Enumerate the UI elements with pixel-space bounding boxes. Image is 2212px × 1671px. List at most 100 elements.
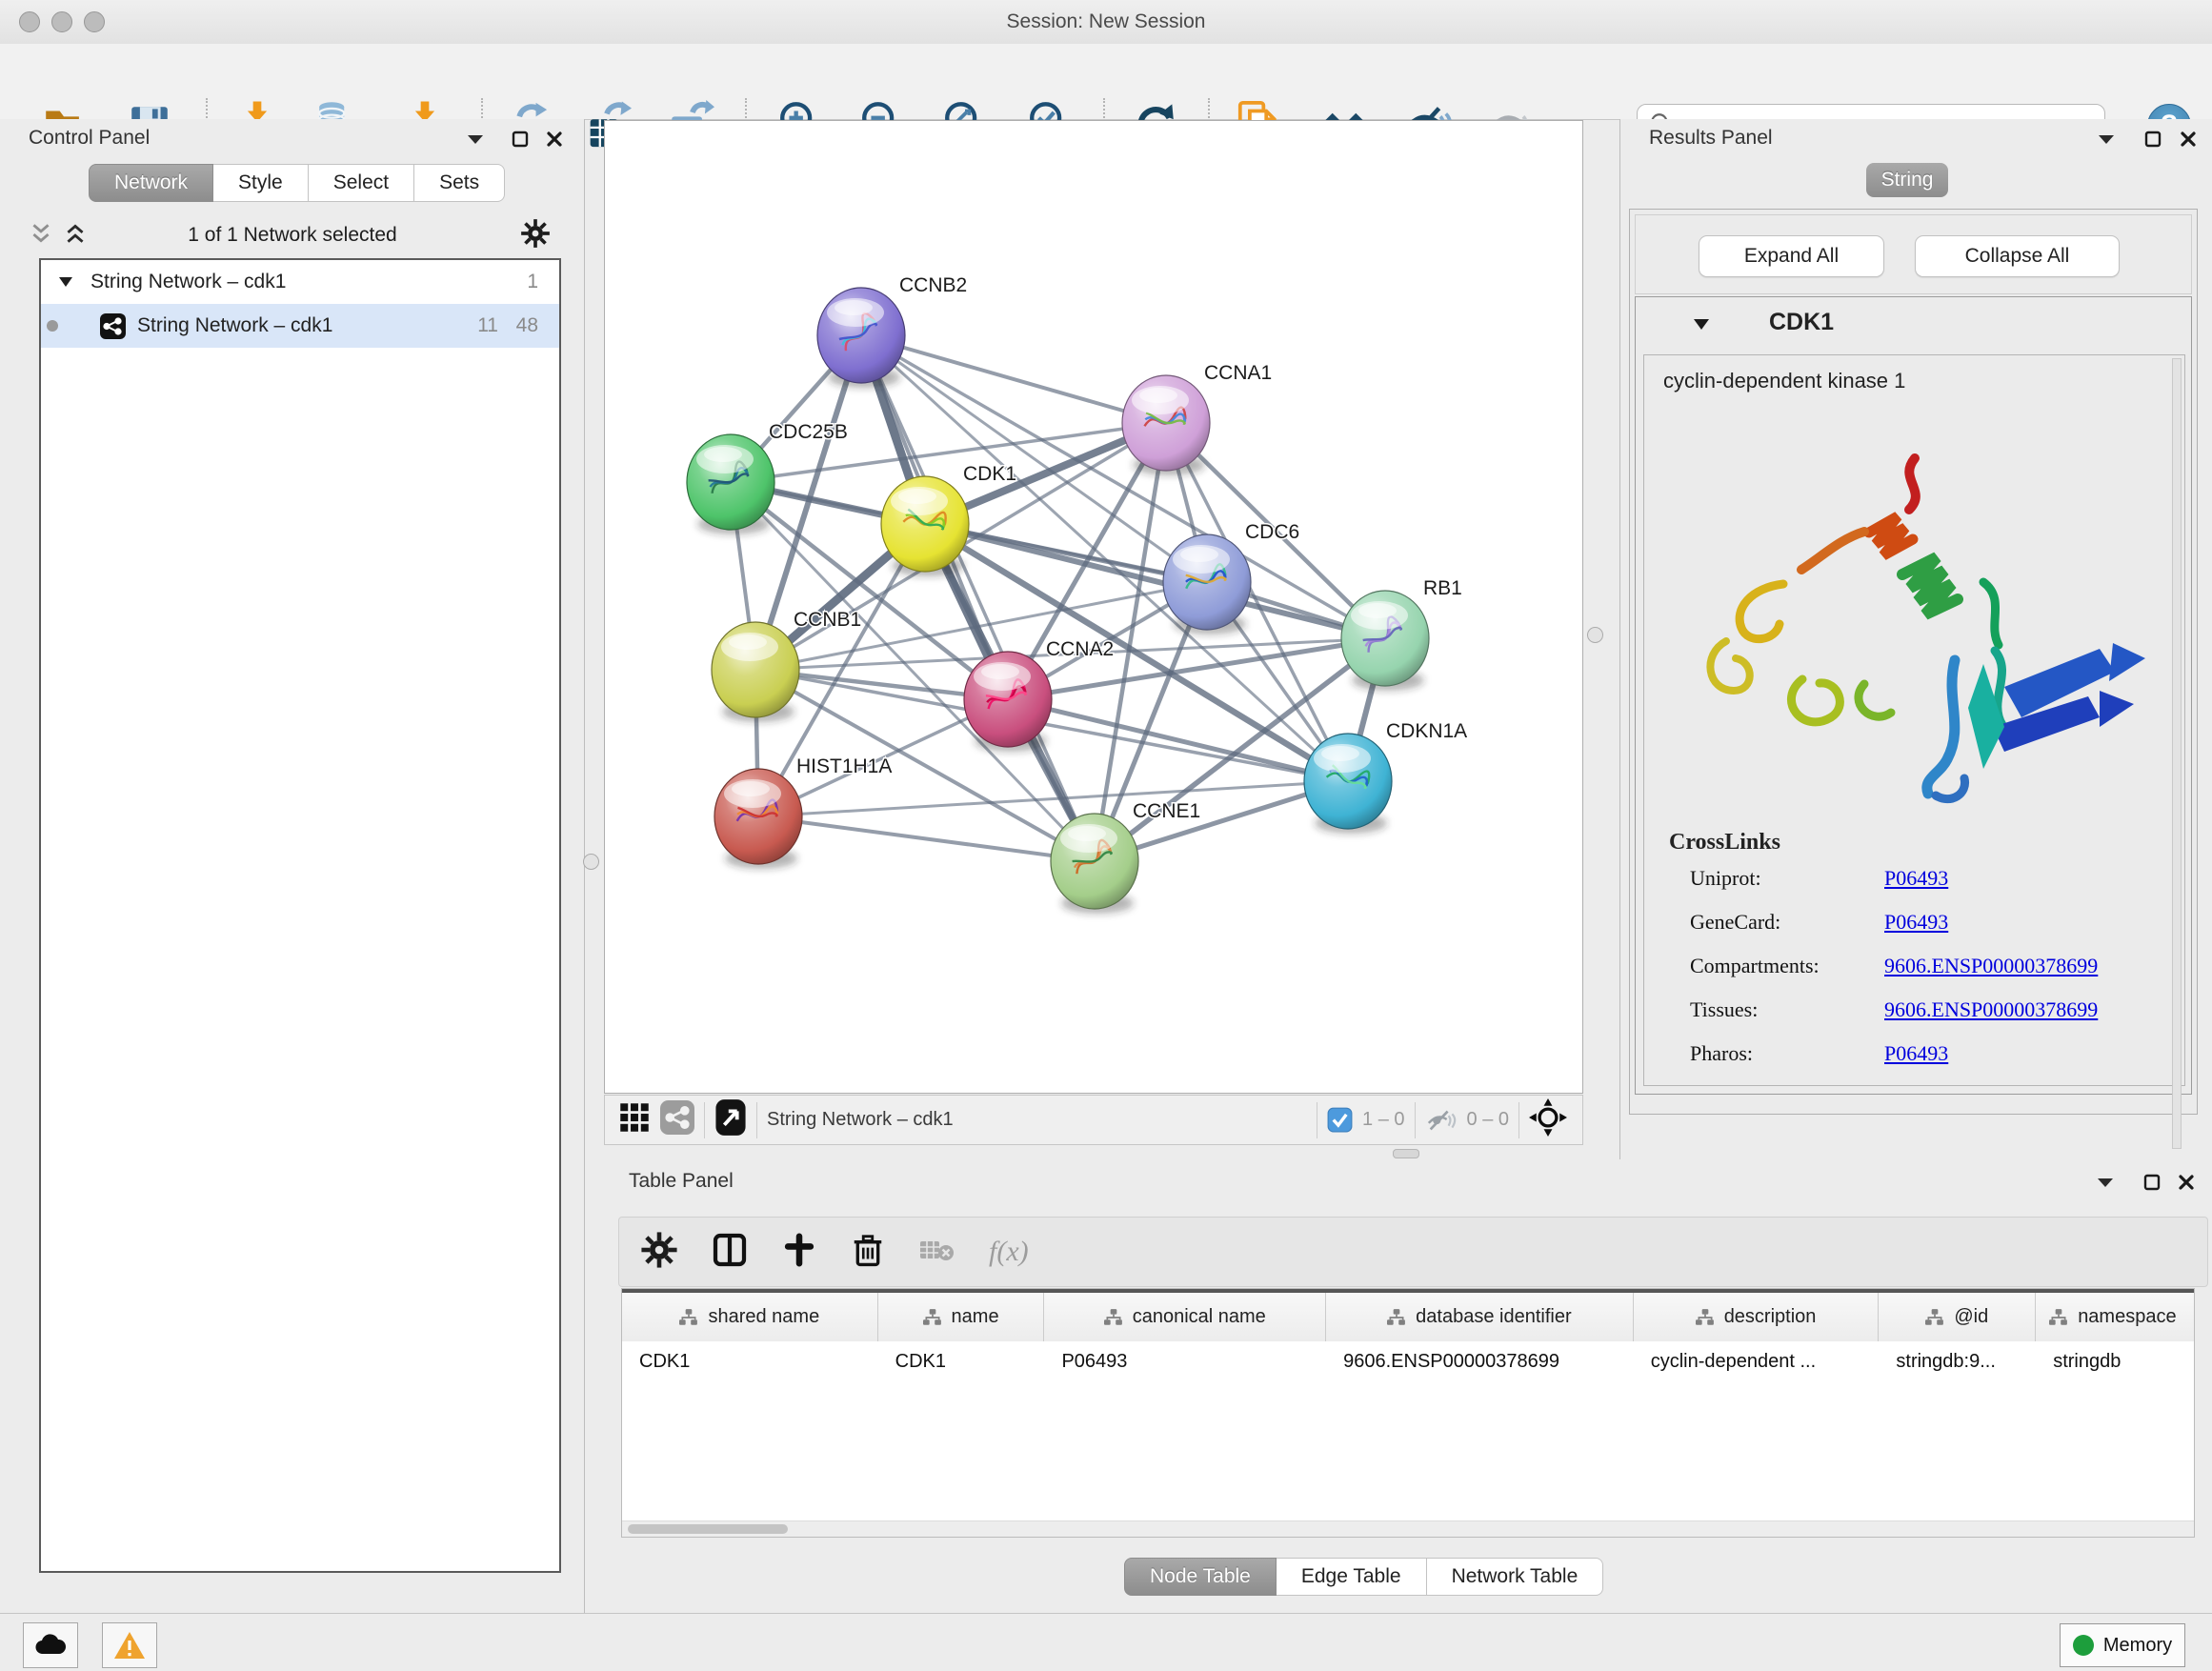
tab-sets[interactable]: Sets: [414, 164, 505, 202]
crosslink-link[interactable]: P06493: [1884, 910, 1948, 935]
table-cell[interactable]: 9606.ENSP00000378699: [1326, 1351, 1634, 1373]
table-cell[interactable]: CDK1: [622, 1351, 878, 1373]
close-panel-button[interactable]: [2174, 1170, 2199, 1195]
tab-network-table[interactable]: Network Table: [1427, 1558, 1604, 1596]
node-CDK1[interactable]: [881, 476, 969, 576]
node-CCNA2[interactable]: [964, 652, 1052, 752]
node-CCNB1[interactable]: [712, 622, 799, 722]
show-columns-button[interactable]: [711, 1231, 749, 1274]
control-panel-title: Control Panel: [29, 127, 150, 150]
network-state-dot: [47, 320, 58, 332]
crosslink-link[interactable]: P06493: [1884, 866, 1948, 891]
memory-button[interactable]: Memory: [2060, 1623, 2185, 1667]
node-CDC25B[interactable]: [687, 434, 774, 534]
table-options-button[interactable]: [640, 1231, 678, 1274]
network-options-button[interactable]: [520, 218, 551, 253]
checkbox-checked-icon: [1327, 1107, 1353, 1133]
maximize-panel-button[interactable]: [2141, 127, 2165, 151]
function-builder-button[interactable]: f(x): [989, 1236, 1029, 1268]
node-label-RB1: RB1: [1423, 577, 1462, 599]
node-CDKN1A[interactable]: [1304, 734, 1392, 834]
birdseye-toggle-button[interactable]: [618, 1101, 651, 1138]
close-panel-button[interactable]: [542, 127, 567, 151]
table-horizontal-scrollbar[interactable]: [622, 1520, 2194, 1537]
maximize-icon: [2143, 1174, 2161, 1191]
float-panel-button[interactable]: [2094, 127, 2119, 151]
panel-resize-handle[interactable]: [1587, 627, 1603, 643]
cloud-button[interactable]: [23, 1622, 78, 1668]
float-panel-button[interactable]: [463, 127, 488, 151]
column-type-icon: [923, 1309, 942, 1326]
column-header-name[interactable]: name: [878, 1293, 1045, 1341]
node-RB1[interactable]: [1341, 591, 1429, 691]
selected-count-checkbox[interactable]: 1 – 0: [1327, 1107, 1404, 1133]
memory-label: Memory: [2103, 1635, 2172, 1657]
maximize-panel-button[interactable]: [2140, 1170, 2164, 1195]
scrollbar-thumb[interactable]: [628, 1524, 788, 1534]
network-graph[interactable]: CCNB2CCNA1CDC25BCDK1CDC6RB1CCNB1CCNA2CDK…: [605, 121, 1582, 1093]
tab-edge-table[interactable]: Edge Table: [1277, 1558, 1427, 1596]
edge-CCNB2-CCNA1[interactable]: [861, 335, 1166, 423]
tab-string[interactable]: String: [1866, 163, 1948, 197]
node-CDC6[interactable]: [1163, 534, 1251, 634]
table-cell[interactable]: stringdb: [2036, 1351, 2194, 1373]
node-HIST1H1A[interactable]: [714, 769, 802, 869]
maximize-panel-button[interactable]: [508, 127, 533, 151]
crosslinks-header: CrossLinks: [1669, 830, 1780, 856]
tab-node-table[interactable]: Node Table: [1124, 1558, 1277, 1596]
table-cell[interactable]: P06493: [1044, 1351, 1326, 1373]
main-toolbar: ?: [0, 44, 2212, 120]
crosslink-link[interactable]: 9606.ENSP00000378699: [1884, 954, 2098, 978]
node-CCNA1[interactable]: [1122, 375, 1210, 475]
tab-network[interactable]: Network: [89, 164, 213, 202]
edge-count: 48: [516, 314, 538, 337]
table-cell[interactable]: CDK1: [878, 1351, 1045, 1373]
control-panel: Control Panel NetworkStyleSelectSets 1 o…: [0, 119, 585, 1613]
panel-resize-handle[interactable]: [583, 854, 599, 870]
gene-details: cyclin-dependent kinase 1: [1643, 354, 2185, 1086]
column-type-icon: [1925, 1309, 1944, 1326]
section-collapse-button[interactable]: [1693, 318, 1710, 335]
tab-style[interactable]: Style: [213, 164, 309, 202]
crosslink-link[interactable]: 9606.ENSP00000378699: [1884, 997, 2098, 1022]
crosslink-row: Uniprot:P06493: [1644, 866, 2184, 910]
collapse-all-button[interactable]: Collapse All: [1915, 235, 2120, 277]
network-canvas[interactable]: CCNB2CCNA1CDC25BCDK1CDC6RB1CCNB1CCNA2CDK…: [604, 120, 1583, 1094]
fit-selected-button[interactable]: [1529, 1098, 1567, 1141]
memory-status-icon: [2073, 1635, 2094, 1656]
node-CCNE1[interactable]: [1051, 814, 1138, 914]
table-row[interactable]: CDK1CDK1P064939606.ENSP00000378699cyclin…: [622, 1341, 2194, 1381]
table-cell[interactable]: cyclin-dependent ...: [1634, 1351, 1880, 1373]
statusbar-separator: [1518, 1102, 1519, 1138]
warnings-button[interactable]: [102, 1622, 157, 1668]
results-scrollbar[interactable]: [2172, 358, 2182, 1149]
node-label-CCNB2: CCNB2: [899, 274, 967, 296]
network-collection-row[interactable]: String Network – cdk1 1: [41, 260, 559, 304]
edge-HIST1H1A-CCNE1[interactable]: [758, 816, 1095, 861]
chevron-down-icon: [2097, 1177, 2114, 1188]
crosslink-link[interactable]: P06493: [1884, 1041, 1948, 1066]
column-header-label: database identifier: [1416, 1306, 1571, 1328]
column-header-namespace[interactable]: namespace: [2036, 1293, 2194, 1341]
column-header-database-identifier[interactable]: database identifier: [1326, 1293, 1634, 1341]
column-header-@id[interactable]: @id: [1879, 1293, 2036, 1341]
column-header-canonical-name[interactable]: canonical name: [1044, 1293, 1326, 1341]
network-overview-button[interactable]: [660, 1100, 694, 1139]
detach-view-button[interactable]: [714, 1098, 747, 1141]
expand-all-button[interactable]: Expand All: [1699, 235, 1884, 277]
table-body: CDK1CDK1P064939606.ENSP00000378699cyclin…: [622, 1341, 2194, 1381]
delete-table-button[interactable]: [918, 1234, 956, 1271]
network-row[interactable]: String Network – cdk1 11 48: [41, 304, 559, 348]
column-header-shared-name[interactable]: shared name: [622, 1293, 878, 1341]
edge-CCNB2-CCNE1[interactable]: [861, 335, 1095, 861]
delete-column-button[interactable]: [850, 1232, 886, 1273]
node-label-CDC25B: CDC25B: [769, 421, 848, 443]
splitter-handle[interactable]: [1393, 1149, 1419, 1158]
table-cell[interactable]: stringdb:9...: [1879, 1351, 2036, 1373]
float-panel-button[interactable]: [2093, 1170, 2118, 1195]
create-column-button[interactable]: [781, 1232, 817, 1273]
edge-CDK1-RB1[interactable]: [925, 524, 1385, 638]
column-header-description[interactable]: description: [1634, 1293, 1880, 1341]
close-panel-button[interactable]: [2176, 127, 2201, 151]
tab-select[interactable]: Select: [309, 164, 414, 202]
